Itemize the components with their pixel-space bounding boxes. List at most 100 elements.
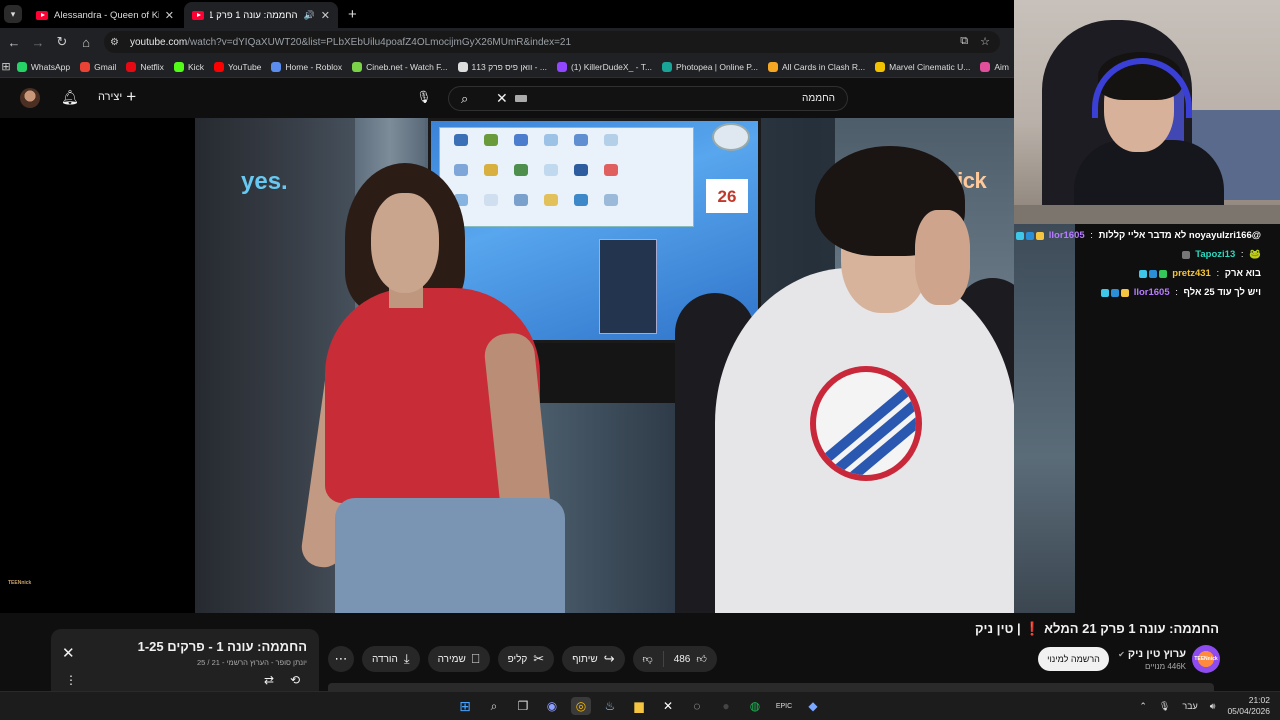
discord-icon[interactable]: ◉: [542, 697, 562, 715]
taskbar-search-icon[interactable]: ⌕: [484, 697, 504, 715]
bookmark-item[interactable]: All Cards in Clash R...: [767, 61, 866, 72]
close-icon[interactable]: ✕: [62, 644, 75, 662]
chat-badges: [1182, 250, 1191, 259]
bookmark-item[interactable]: YouTube: [214, 61, 261, 72]
bookmark-item[interactable]: וואן פיס פרק 113 - ...: [457, 61, 547, 72]
video-title: החממה: עונה 1 פרק 21 המלא ❗ | טין ניק: [975, 621, 1219, 637]
microphone-icon[interactable]: 🎙︎: [1159, 701, 1170, 712]
chat-username: Tapozi13: [1195, 249, 1236, 260]
desktop-window: [439, 127, 694, 227]
start-windows-icon[interactable]: ⊞: [455, 697, 475, 715]
channel-name[interactable]: ערוץ טין ניק ✔: [1118, 648, 1186, 660]
reload-icon[interactable]: ↻: [50, 34, 74, 50]
description-box-edge: [328, 683, 1214, 691]
title-tail: | טין ניק: [975, 621, 1021, 636]
bookmark-label: All Cards in Clash R...: [781, 61, 866, 72]
app-icon[interactable]: ●: [716, 697, 736, 715]
system-clock[interactable]: 21:02 05/04/2026: [1227, 695, 1270, 717]
chat-badges: [1139, 269, 1168, 278]
search-input[interactable]: ⌕ ✕ החממה: [448, 86, 848, 111]
create-button[interactable]: יצירה +: [98, 88, 136, 105]
more-options-icon[interactable]: ⋮: [65, 673, 77, 687]
shuffle-icon[interactable]: ⇄: [264, 673, 274, 687]
thumbs-down-icon: 👎︎: [642, 654, 653, 665]
streamer-webcam: [1014, 0, 1280, 224]
chat-badge-icon: [1025, 231, 1034, 240]
video-frame[interactable]: 26 yes. teennick: [195, 118, 1075, 613]
save-button[interactable]: שמירה ⎕: [427, 646, 490, 672]
file-explorer-icon[interactable]: ▆: [629, 697, 649, 715]
close-tab-icon[interactable]: ✕: [165, 9, 174, 22]
search-icon[interactable]: ⌕: [461, 91, 468, 107]
user-avatar[interactable]: [20, 88, 40, 108]
back-arrow-icon[interactable]: ←: [2, 35, 26, 50]
like-button[interactable]: 486 👍︎: [664, 646, 717, 672]
bookmark-item[interactable]: Kick: [173, 61, 204, 72]
task-view-icon[interactable]: ❐: [513, 697, 533, 715]
browser-tab-2-active[interactable]: החממה: עונה 1 פרק 21 הם 🔊 ✕: [184, 2, 338, 28]
playlist-title[interactable]: החממה: עונה 1 - פרקים 1-25: [138, 639, 307, 654]
channel-avatar[interactable]: TEENnick: [1192, 645, 1220, 673]
chat-badges: [1015, 231, 1044, 240]
bookmarks-bar: ⊞ WhatsApp Gmail Netflix Kick YouTube Home - …: [0, 56, 1014, 78]
bookmark-star-icon[interactable]: ☆: [980, 35, 990, 48]
site-settings-icon[interactable]: ⚙: [110, 37, 126, 48]
bookmark-favicon-icon: [214, 61, 224, 72]
notifications-bell-icon[interactable]: 🔔︎: [61, 89, 79, 106]
speaker-volume-icon[interactable]: 🔊︎: [1210, 701, 1216, 712]
scissors-icon: ✂: [533, 651, 545, 666]
clip-button[interactable]: קליפ ✂: [497, 646, 555, 672]
bookmark-item[interactable]: Home - Roblox: [271, 61, 342, 72]
forward-arrow-icon[interactable]: →: [26, 35, 50, 50]
bookmark-favicon-icon: [352, 61, 363, 72]
chat-text: ויש לך עוד 25 אלף: [1183, 287, 1261, 298]
keyboard-icon[interactable]: [515, 95, 527, 102]
browser-tab-1[interactable]: Alessandra - Queen of Kings (O ✕: [28, 2, 182, 28]
bookmark-item[interactable]: Marvel Cinematic U...: [875, 61, 971, 72]
loop-icon[interactable]: ⟲: [290, 673, 300, 687]
bookmark-favicon-icon: [980, 61, 991, 72]
address-bar[interactable]: ⚙ youtube.com/watch?v=dYIQaXUWT20&list=P…: [104, 31, 1000, 53]
share-button[interactable]: שיתוף ↪: [562, 646, 625, 672]
bookmark-item[interactable]: (1) KillerDudeX_ - T...: [556, 61, 652, 72]
steam-icon[interactable]: ♨: [600, 697, 620, 715]
epic-games-icon[interactable]: EPIC: [774, 697, 794, 715]
diamond-app-icon[interactable]: ◆: [803, 697, 823, 715]
home-icon[interactable]: ⌂: [74, 35, 98, 50]
bookmark-item[interactable]: Cineb.net - Watch F...: [352, 61, 448, 72]
video-player[interactable]: TEENnick 26 yes. teennick: [0, 118, 1075, 613]
actor-hand: [915, 210, 970, 305]
cast-install-icon[interactable]: ⧉: [960, 35, 968, 48]
bookmark-icon: ⎕: [471, 651, 480, 666]
bookmark-favicon-icon: [16, 61, 27, 72]
spotify-icon[interactable]: ◍: [745, 697, 765, 715]
speaker-icon[interactable]: 🔊: [304, 10, 315, 21]
apps-grid-icon[interactable]: ⊞: [0, 60, 12, 73]
bookmark-favicon-icon: [556, 61, 567, 72]
more-actions-button[interactable]: ⋯: [328, 646, 354, 672]
bookmark-item[interactable]: Photopea | Online P...: [662, 61, 758, 72]
bookmark-label: Marvel Cinematic U...: [889, 61, 971, 72]
capcut-icon[interactable]: ✕: [658, 697, 678, 715]
tray-chevron-icon[interactable]: ⌃: [1139, 701, 1147, 712]
obs-icon[interactable]: ◌: [687, 697, 707, 715]
new-tab-plus-icon[interactable]: +: [348, 6, 357, 23]
bookmark-item[interactable]: Gmail: [80, 61, 116, 72]
bookmark-item[interactable]: Netflix: [126, 61, 164, 72]
bookmark-label: Aim: [994, 61, 1009, 72]
bookmark-item[interactable]: WhatsApp: [16, 61, 70, 72]
voice-search-mic-icon[interactable]: 🎙︎: [414, 87, 434, 107]
chat-separator: :: [1087, 230, 1096, 241]
close-tab-icon[interactable]: ✕: [321, 9, 330, 22]
playlist-panel[interactable]: ✕ ⋮ החממה: עונה 1 - פרקים 1-25 יונתן סופ…: [51, 629, 319, 691]
subscribe-button[interactable]: הרשמה למינוי: [1038, 647, 1109, 671]
chat-username: llor1605: [1048, 230, 1085, 241]
bookmark-favicon-icon: [80, 61, 91, 72]
bookmark-item[interactable]: Aim: [980, 61, 1009, 72]
tab-search-chevron-icon[interactable]: ▾: [4, 5, 22, 23]
clear-search-icon[interactable]: ✕: [496, 90, 508, 107]
download-button[interactable]: הורדה ⤓: [362, 646, 420, 672]
input-language[interactable]: עבר: [1182, 701, 1197, 711]
chrome-icon[interactable]: ◎: [571, 697, 591, 715]
dislike-button[interactable]: 👎︎: [633, 646, 663, 672]
